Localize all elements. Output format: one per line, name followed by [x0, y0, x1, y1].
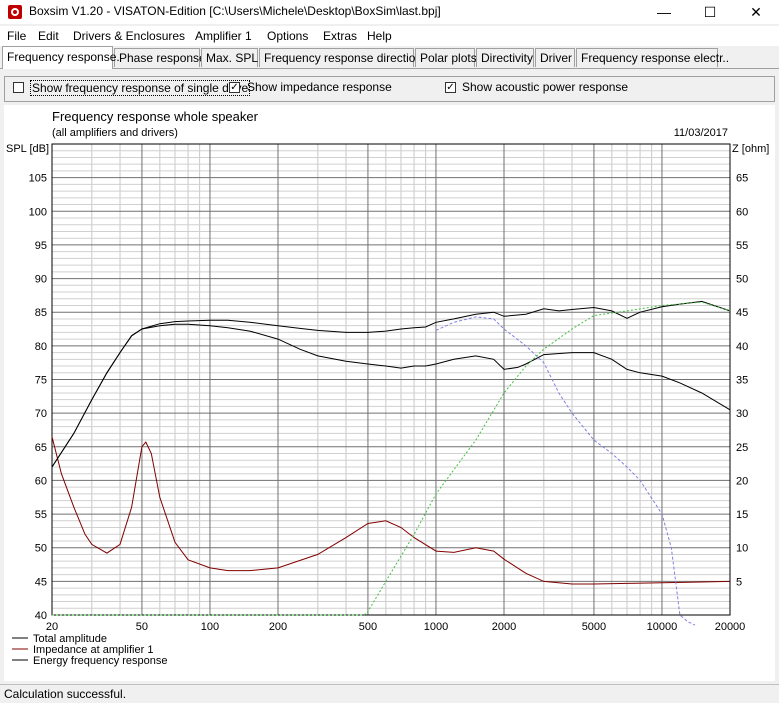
chart-title: Frequency response whole speaker — [52, 109, 259, 124]
series-line-0 — [51, 300, 731, 468]
impedance-checkbox[interactable]: ✓ — [229, 82, 240, 93]
y2-tick-label: 40 — [736, 341, 748, 353]
menu-extras[interactable]: Extras — [323, 29, 357, 43]
y-tick-label: 70 — [35, 408, 47, 420]
window-title: Boxsim V1.20 - VISATON-Edition [C:\Users… — [29, 4, 441, 18]
y2-tick-label: 35 — [736, 375, 748, 387]
x-tick-label: 10000 — [647, 621, 678, 633]
menu-help[interactable]: Help — [367, 29, 392, 43]
menu-file[interactable]: File — [7, 29, 26, 43]
y2-tick-label: 10 — [736, 543, 748, 555]
x-tick-label: 20 — [46, 621, 58, 633]
x-tick-label: 20000 — [715, 621, 746, 633]
acoustic-power-checkbox[interactable]: ✓ — [445, 82, 456, 93]
y2-tick-label: 45 — [736, 307, 748, 319]
boxsim-app-icon — [8, 5, 22, 19]
y-axis-label: SPL [dB] — [6, 143, 49, 155]
single-driver-checkbox[interactable] — [13, 82, 24, 93]
y-tick-label: 45 — [35, 576, 47, 588]
options-bar: Show frequency response of single drive … — [4, 76, 775, 102]
y-tick-label: 105 — [29, 173, 47, 185]
y2-axis-label: Z [ohm] — [732, 143, 769, 155]
x-tick-label: 1000 — [424, 621, 448, 633]
y-tick-label: 95 — [35, 240, 47, 252]
y-tick-label: 75 — [35, 375, 47, 387]
y-tick-label: 100 — [29, 206, 47, 218]
tab-frequency-response[interactable]: Frequency response. — [2, 46, 120, 69]
maximize-button[interactable]: ☐ — [687, 0, 733, 24]
y-tick-label: 65 — [35, 442, 47, 454]
chart-subtitle: (all amplifiers and drivers) — [52, 127, 178, 139]
tab-max-spl[interactable]: Max. SPL — [201, 48, 258, 67]
y2-tick-label: 60 — [736, 206, 748, 218]
y2-tick-label: 5 — [736, 576, 742, 588]
y2-tick-label: 30 — [736, 408, 748, 420]
x-tick-label: 5000 — [582, 621, 606, 633]
x-tick-label: 50 — [136, 621, 148, 633]
tab-directivity[interactable]: Directivity — [476, 48, 534, 67]
legend: Total amplitudeImpedance at amplifier 1E… — [12, 633, 168, 667]
menu-drivers[interactable]: Drivers & Enclosures — [73, 29, 185, 43]
y-tick-label: 90 — [35, 274, 47, 286]
menu-bar: File Edit Drivers & Enclosures Amplifier… — [0, 26, 779, 46]
y-tick-label: 85 — [35, 307, 47, 319]
series-line-1 — [51, 436, 731, 585]
menu-options[interactable]: Options — [267, 29, 308, 43]
series-line-3 — [435, 316, 696, 626]
status-bar: Calculation successful. — [0, 684, 779, 703]
x-tick-label: 100 — [201, 621, 219, 633]
x-tick-label: 2000 — [492, 621, 516, 633]
y2-tick-label: 55 — [736, 240, 748, 252]
series-layer — [51, 300, 731, 626]
y-tick-label: 55 — [35, 509, 47, 521]
y-tick-label: 60 — [35, 475, 47, 487]
y-tick-label: 80 — [35, 341, 47, 353]
tab-strip: Frequency response. Phase response Max. … — [0, 46, 779, 69]
close-button[interactable]: ✕ — [733, 0, 779, 24]
acoustic-power-label[interactable]: Show acoustic power response — [462, 80, 628, 94]
status-text: Calculation successful. — [4, 687, 127, 701]
y2-tick-label: 50 — [736, 274, 748, 286]
x-tick-label: 500 — [359, 621, 377, 633]
menu-amplifier[interactable]: Amplifier 1 — [195, 29, 252, 43]
chart-area: Frequency response whole speaker (all am… — [4, 105, 775, 681]
y2-tick-label: 15 — [736, 509, 748, 521]
x-tick-label: 200 — [269, 621, 287, 633]
y-tick-label: 50 — [35, 543, 47, 555]
major-grid — [52, 144, 730, 615]
menu-edit[interactable]: Edit — [38, 29, 59, 43]
title-bar: Boxsim V1.20 - VISATON-Edition [C:\Users… — [0, 0, 779, 24]
tab-frequency-response-directions[interactable]: Frequency response directions — [259, 48, 428, 67]
single-driver-label[interactable]: Show frequency response of single drive — [30, 80, 251, 96]
minimize-button[interactable]: — — [641, 0, 687, 24]
tab-polar-plots[interactable]: Polar plots — [415, 48, 477, 67]
y2-tick-label: 25 — [736, 442, 748, 454]
y2-tick-label: 20 — [736, 475, 748, 487]
impedance-label[interactable]: Show impedance response — [247, 80, 392, 94]
tab-frequency-response-electrical[interactable]: Frequency response electr.. — [576, 48, 729, 67]
tab-phase-response[interactable]: Phase response — [114, 48, 206, 67]
chart-date: 11/03/2017 — [674, 127, 728, 139]
legend-entry: Energy frequency response — [33, 655, 168, 667]
frequency-response-chart: Frequency response whole speaker (all am… — [6, 109, 769, 667]
tab-driver[interactable]: Driver — [535, 48, 575, 67]
y2-tick-label: 65 — [736, 173, 748, 185]
y-tick-label: 40 — [35, 610, 47, 622]
